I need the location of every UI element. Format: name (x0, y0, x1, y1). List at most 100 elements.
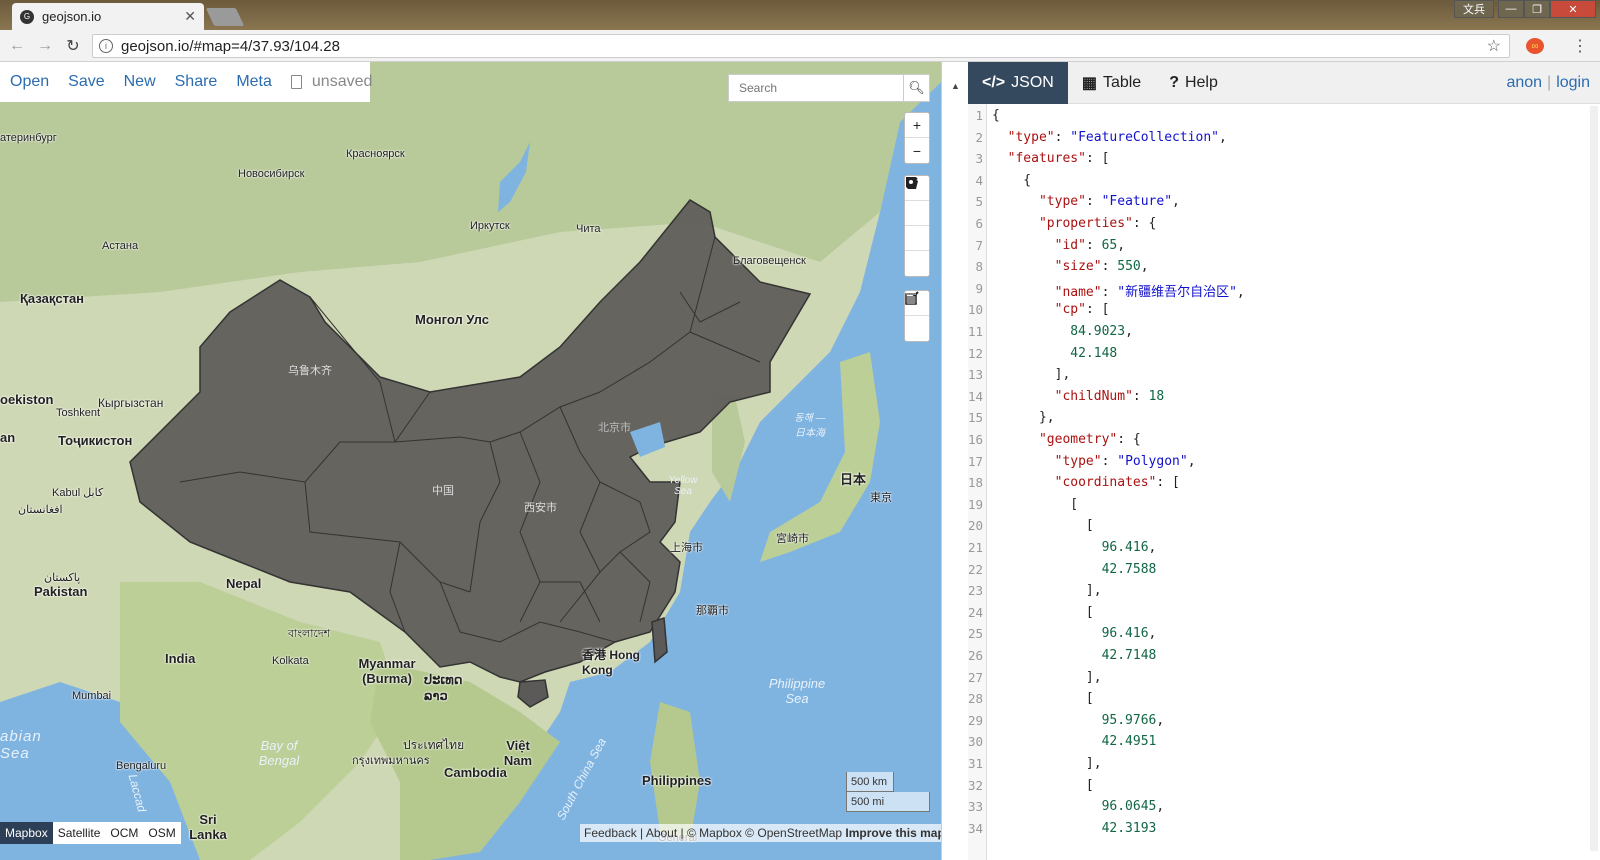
code-text: ], (992, 756, 1102, 771)
layer-mapbox[interactable]: Mapbox (0, 822, 53, 844)
draw-rectangle-icon[interactable] (905, 177, 929, 251)
line-number: 2 (975, 129, 983, 145)
tab-help-label: Help (1184, 74, 1218, 91)
url-text: geojson.io/#map=4/37.93/104.28 (121, 37, 340, 55)
minimize-icon[interactable]: — (1498, 0, 1524, 18)
map-label-philippines: Philippines (642, 773, 712, 788)
delete-layers-icon[interactable] (905, 293, 929, 341)
browser-tab[interactable]: G geojson.io ✕ (12, 3, 204, 30)
improve-map-link[interactable]: Improve this map (845, 826, 941, 840)
table-icon: ▦ (1081, 75, 1097, 92)
code-text: [ (992, 777, 1094, 793)
map-label-bengaluru: Bengaluru (116, 760, 167, 772)
line-number: 30 (968, 734, 984, 750)
bookmark-star-icon[interactable]: ☆ (1487, 36, 1501, 56)
tab-table[interactable]: ▦ Table (1068, 62, 1155, 104)
map-label-bangladesh: বাংলাদেশ (288, 628, 331, 640)
zoom-out-icon[interactable]: − (905, 138, 929, 163)
maximize-icon[interactable]: ❐ (1524, 0, 1550, 18)
line-number: 34 (968, 820, 984, 836)
map-label-chita: Чита (576, 223, 601, 235)
code-text: { (992, 108, 1000, 123)
code-text: "properties": { (1038, 216, 1157, 231)
draw-polygon-icon[interactable] (905, 177, 929, 226)
login-link[interactable]: login (1556, 74, 1590, 91)
new-tab-button[interactable] (205, 8, 245, 26)
layer-ocm[interactable]: OCM (105, 822, 143, 844)
user-links: anon | login (1506, 74, 1590, 92)
editor-scrollbar[interactable] (1590, 106, 1598, 851)
collapse-panel-icon[interactable]: ▲ (951, 81, 960, 91)
reload-icon[interactable]: ↻ (62, 36, 84, 56)
map-label-cambodia: Cambodia (444, 765, 507, 780)
line-number: 21 (968, 540, 984, 555)
anon-link[interactable]: anon (1506, 74, 1542, 91)
line-number: 9 (975, 280, 983, 296)
close-window-icon[interactable]: ✕ (1550, 0, 1596, 18)
layer-satellite[interactable]: Satellite (53, 822, 106, 844)
zoom-in-icon[interactable]: + (905, 113, 929, 138)
site-info-icon[interactable]: i (99, 39, 113, 53)
extension-icon[interactable]: ∞ (1526, 38, 1544, 54)
map-label-arabian-sea: abian Sea (0, 728, 42, 762)
line-number: 14 (968, 388, 984, 404)
code-text: }, (992, 410, 1055, 426)
zoom-controls: + − (904, 112, 930, 164)
map-label-mumbai: Mumbai (72, 690, 112, 702)
map-tiles (0, 62, 941, 860)
browser-menu-icon[interactable]: ⋮ (1572, 36, 1588, 56)
map-attribution: Feedback | About | © Mapbox © OpenStreet… (580, 824, 941, 842)
map-canvas[interactable]: атеринбург Новосибирск Красноярск Иркутс… (0, 62, 941, 860)
json-editor[interactable]: 1 {2 "type": "FeatureCollection", 3 "featu… (968, 104, 1600, 860)
map-label-toshkent: Toshkent (56, 407, 101, 419)
line-number: 12 (968, 345, 984, 361)
save-button[interactable]: Save (68, 73, 104, 91)
map-label-philippine-sea: Philippine Sea (768, 676, 826, 706)
code-icon: </> (982, 74, 1006, 91)
share-button[interactable]: Share (175, 73, 218, 91)
line-number: 6 (975, 216, 983, 231)
close-tab-icon[interactable]: ✕ (184, 8, 196, 25)
draw-controls (904, 175, 930, 277)
line-number: 33 (968, 799, 984, 815)
draw-marker-icon[interactable] (905, 177, 929, 276)
line-number: 32 (968, 777, 984, 793)
map-label-kazakhstan: Қазақстан (20, 291, 85, 306)
open-button[interactable]: Open (10, 73, 49, 91)
line-number: 3 (975, 151, 983, 167)
code-text: 42.7148 (1101, 648, 1157, 663)
code-text: 42.3193 (1101, 820, 1157, 836)
code-text: "features": [ (1007, 151, 1110, 167)
search-input[interactable] (729, 75, 904, 101)
help-icon: ? (1169, 74, 1179, 91)
credits-text[interactable]: © Mapbox © OpenStreetMap (687, 826, 842, 840)
tab-help[interactable]: ? Help (1155, 62, 1232, 104)
meta-button[interactable]: Meta (236, 73, 272, 91)
code-text: ], (992, 583, 1102, 599)
search-icon[interactable]: 🔍︎ (903, 75, 929, 101)
tab-json[interactable]: </> JSON (968, 62, 1068, 104)
line-number: 5 (975, 194, 983, 210)
line-number: 24 (968, 604, 984, 620)
scale-mi: 500 mi (846, 792, 930, 812)
line-number: 7 (975, 237, 983, 253)
map-label-tokyo: 東京 (870, 492, 892, 504)
map-label-myanmar: Myanmar (Burma) (358, 656, 416, 686)
code-text: "size": 550, (1054, 259, 1149, 275)
about-link[interactable]: About (646, 826, 677, 840)
map-label-afghanistan: افغانستان (18, 504, 63, 516)
file-menu-bar: Open Save New Share Meta unsaved (0, 62, 372, 102)
layer-osm[interactable]: OSM (143, 822, 180, 844)
back-arrow-icon[interactable]: ← (6, 37, 28, 55)
map-label-kyrgyzstan: Кыргызстан (98, 396, 164, 410)
line-number: 29 (968, 712, 984, 728)
address-bar[interactable]: i geojson.io/#map=4/37.93/104.28 ☆ (92, 34, 1510, 58)
new-button[interactable]: New (124, 73, 156, 91)
code-text: [ (992, 518, 1094, 534)
feedback-link[interactable]: Feedback (584, 826, 637, 840)
forward-arrow-icon[interactable]: → (34, 37, 56, 55)
map-label-hong-kong: 香港 Hong Kong (582, 648, 640, 677)
line-number: 25 (968, 626, 984, 642)
window-user-button[interactable]: 文兵 (1454, 0, 1494, 18)
code-text: "type": "FeatureCollection", (1007, 129, 1227, 145)
